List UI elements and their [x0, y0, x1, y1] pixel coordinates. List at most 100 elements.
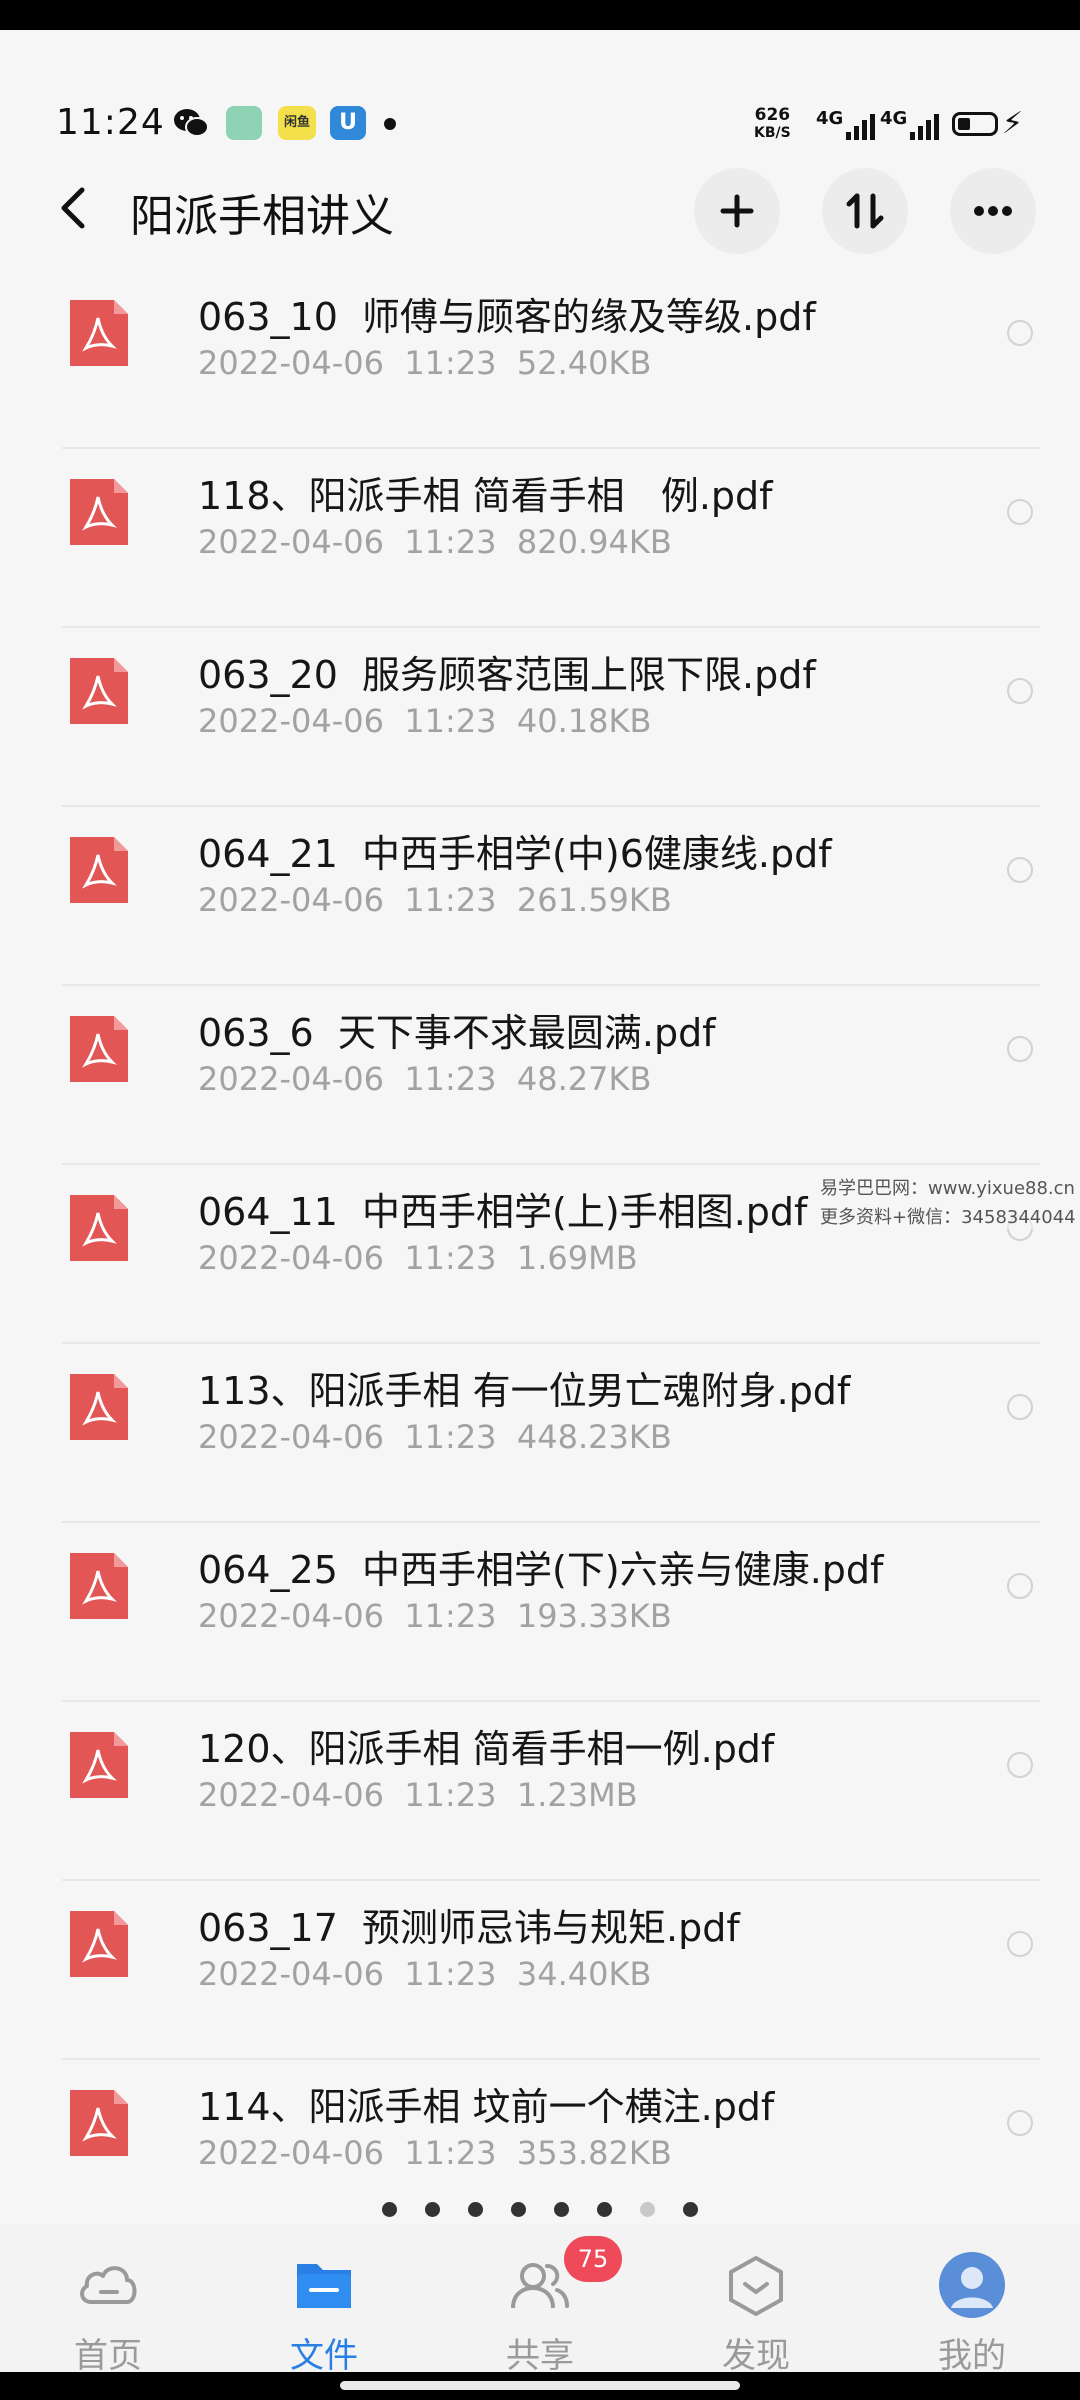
select-radio[interactable] [1007, 1036, 1033, 1062]
select-radio[interactable] [1007, 1931, 1033, 1957]
app-notification-icon [226, 106, 262, 140]
page-dot [683, 2202, 698, 2217]
more-options-button[interactable] [950, 168, 1036, 254]
page-dot [425, 2202, 440, 2217]
select-radio[interactable] [1007, 1394, 1033, 1420]
bottom-nav: 首页 文件 共享 发现 我的 [0, 2224, 1080, 2376]
signal-bars-icon-1 [846, 110, 875, 140]
file-date: 2022-04-06 [198, 1239, 384, 1277]
signal-label-1: 4G [816, 108, 844, 129]
file-time: 11:23 [404, 881, 497, 919]
file-meta: 2022-04-06 11:23 193.33KB [198, 1597, 672, 1635]
file-row[interactable]: 063_20 服务顾客范围上限下限.pdf 2022-04-06 11:23 4… [0, 628, 1080, 807]
tab-me[interactable]: 我的 [864, 2224, 1080, 2376]
file-date: 2022-04-06 [198, 1418, 384, 1456]
status-time: 11:24 [56, 102, 165, 143]
file-name: 063_20 服务顾客范围上限下限.pdf [198, 653, 816, 697]
net-speed-unit: KB/S [754, 125, 791, 141]
file-row[interactable]: 063_6 天下事不求最圆满.pdf 2022-04-06 11:23 48.2… [0, 986, 1080, 1165]
file-date: 2022-04-06 [198, 702, 384, 740]
file-time: 11:23 [404, 1060, 497, 1098]
file-date: 2022-04-06 [198, 344, 384, 382]
file-size: 34.40KB [516, 1955, 652, 1993]
file-meta: 2022-04-06 11:23 1.69MB [198, 1239, 638, 1277]
pdf-file-icon [70, 300, 128, 366]
file-date: 2022-04-06 [198, 2134, 384, 2172]
share-count-badge: 75 [564, 2236, 622, 2282]
file-row[interactable]: 064_25 中西手相学(下)六亲与健康.pdf 2022-04-06 11:2… [0, 1523, 1080, 1702]
file-row[interactable]: 120、阳派手相 简看手相一例.pdf 2022-04-06 11:23 1.2… [0, 1702, 1080, 1881]
discover-box-icon [729, 2256, 783, 2316]
pdf-file-icon [70, 1374, 128, 1440]
file-name: 063_6 天下事不求最圆满.pdf [198, 1011, 716, 1055]
file-name: 063_10 师傅与顾客的缘及等级.pdf [198, 295, 816, 339]
select-radio[interactable] [1007, 1752, 1033, 1778]
file-row[interactable]: 064_21 中西手相学(中)6健康线.pdf 2022-04-06 11:23… [0, 807, 1080, 986]
file-row[interactable]: 063_17 预测师忌讳与规矩.pdf 2022-04-06 11:23 34.… [0, 1881, 1080, 2060]
file-time: 11:23 [404, 1239, 497, 1277]
back-arrow-icon[interactable] [52, 180, 96, 236]
select-radio[interactable] [1007, 678, 1033, 704]
pdf-file-icon [70, 1016, 128, 1082]
net-speed: 626 KB/S [754, 106, 791, 142]
home-indicator[interactable] [340, 2381, 740, 2390]
tab-discover[interactable]: 发现 [648, 2224, 864, 2376]
signal-bars-icon-2 [910, 110, 939, 140]
pdf-file-icon [70, 1732, 128, 1798]
page-dot [597, 2202, 612, 2217]
tab-home[interactable]: 首页 [0, 2224, 216, 2376]
file-date: 2022-04-06 [198, 1955, 384, 1993]
file-meta: 2022-04-06 11:23 353.82KB [198, 2134, 672, 2172]
file-row[interactable]: 063_10 师傅与顾客的缘及等级.pdf 2022-04-06 11:23 5… [0, 270, 1080, 449]
file-meta: 2022-04-06 11:23 1.23MB [198, 1776, 638, 1814]
file-size: 820.94KB [516, 523, 672, 561]
tab-label: 共享 [506, 2336, 574, 2376]
select-radio[interactable] [1007, 499, 1033, 525]
file-time: 11:23 [404, 2134, 497, 2172]
tab-files[interactable]: 文件 [216, 2224, 432, 2376]
plus-icon [720, 194, 754, 228]
file-size: 40.18KB [516, 702, 652, 740]
file-meta: 2022-04-06 11:23 261.59KB [198, 881, 672, 919]
select-radio[interactable] [1007, 857, 1033, 883]
page-dot [554, 2202, 569, 2217]
file-size: 448.23KB [516, 1418, 672, 1456]
cloud-home-icon [80, 2266, 137, 2304]
file-date: 2022-04-06 [198, 523, 384, 561]
file-list: 063_10 师傅与顾客的缘及等级.pdf 2022-04-06 11:23 5… [0, 270, 1080, 2239]
file-date: 2022-04-06 [198, 1597, 384, 1635]
page-dot [382, 2202, 397, 2217]
pdf-file-icon [70, 2090, 128, 2156]
file-size: 1.69MB [516, 1239, 638, 1277]
file-size: 48.27KB [516, 1060, 652, 1098]
file-time: 11:23 [404, 702, 497, 740]
file-time: 11:23 [404, 344, 497, 382]
file-time: 11:23 [404, 1776, 497, 1814]
avatar-icon [939, 2252, 1005, 2318]
more-dots-icon [974, 206, 1012, 216]
select-radio[interactable] [1007, 1573, 1033, 1599]
select-radio[interactable] [1007, 2110, 1033, 2136]
file-row[interactable]: 118、阳派手相 简看手相 例.pdf 2022-04-06 11:23 820… [0, 449, 1080, 628]
file-meta: 2022-04-06 11:23 448.23KB [198, 1418, 672, 1456]
file-name: 114、阳派手相 坟前一个横注.pdf [198, 2085, 775, 2129]
select-radio[interactable] [1007, 320, 1033, 346]
file-name: 064_25 中西手相学(下)六亲与健康.pdf [198, 1548, 884, 1592]
xianyu-notification-icon: 闲鱼 [278, 106, 316, 140]
file-meta: 2022-04-06 11:23 40.18KB [198, 702, 651, 740]
more-notifications-dot [384, 118, 396, 130]
add-button[interactable] [694, 168, 780, 254]
file-row[interactable]: 113、阳派手相 有一位男亡魂附身.pdf 2022-04-06 11:23 4… [0, 1344, 1080, 1523]
file-name: 063_17 预测师忌讳与规矩.pdf [198, 1906, 740, 1950]
tab-label: 文件 [290, 2336, 358, 2376]
charging-bolt-icon: ⚡ [1002, 106, 1024, 141]
file-size: 193.33KB [516, 1597, 672, 1635]
net-speed-value: 626 [754, 105, 791, 125]
file-time: 11:23 [404, 1955, 497, 1993]
file-size: 52.40KB [516, 344, 652, 382]
screen-top-edge [0, 0, 1080, 30]
file-name: 120、阳派手相 简看手相一例.pdf [198, 1727, 775, 1771]
file-name: 118、阳派手相 简看手相 例.pdf [198, 474, 773, 518]
folder-icon [297, 2264, 351, 2308]
sort-button[interactable] [822, 168, 908, 254]
